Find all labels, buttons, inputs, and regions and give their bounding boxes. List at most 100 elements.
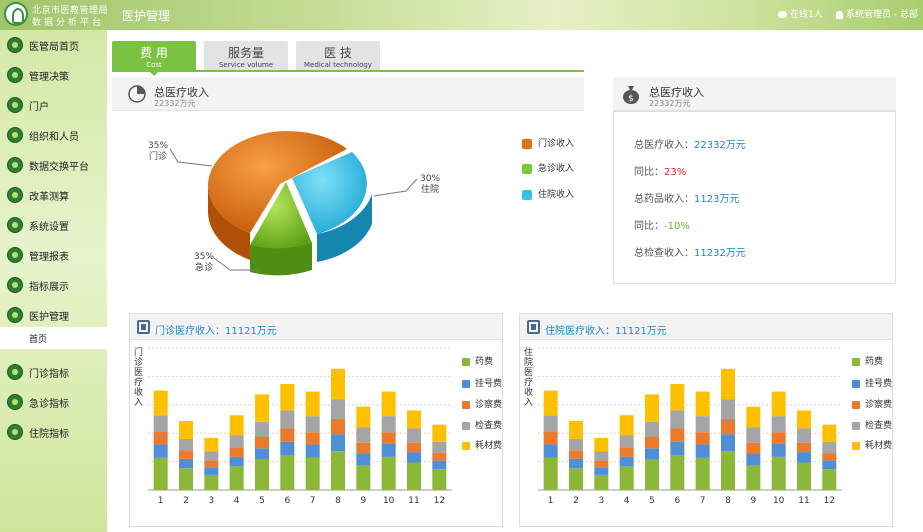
bar-segment[interactable] [619, 456, 634, 467]
sidebar-item-reports[interactable]: 管理报表 [0, 240, 107, 270]
bar-segment[interactable] [797, 452, 811, 463]
bar-segment[interactable] [822, 460, 837, 470]
bar-segment[interactable] [204, 467, 219, 475]
bar-segment[interactable] [280, 428, 295, 442]
bar-segment[interactable] [305, 391, 320, 417]
bar-segment[interactable] [721, 368, 735, 400]
bar-segment[interactable] [331, 419, 345, 435]
bar-legend-registration[interactable]: 挂号费 [462, 376, 502, 389]
bar-segment[interactable] [229, 415, 244, 436]
bar-segment[interactable] [543, 444, 558, 458]
bar-segment[interactable] [305, 444, 320, 458]
bar-segment[interactable] [543, 457, 558, 490]
bar-segment[interactable] [746, 406, 761, 428]
bar-segment[interactable] [153, 390, 168, 416]
bar-segment[interactable] [797, 462, 811, 490]
pie-legend-outpatient[interactable]: 门诊收入 [522, 136, 574, 149]
bar-segment[interactable] [179, 438, 193, 451]
bar-segment[interactable] [356, 427, 371, 443]
bar-segment[interactable] [153, 457, 168, 490]
sidebar-item-org[interactable]: 组织和人员 [0, 120, 107, 150]
bar-segment[interactable] [645, 448, 659, 460]
bar-segment[interactable] [771, 432, 786, 444]
bar-segment[interactable] [381, 456, 396, 490]
bar-segment[interactable] [746, 454, 761, 466]
sidebar-item-outpatient[interactable]: 门诊指标 [0, 357, 107, 387]
bar-segment[interactable] [771, 443, 786, 457]
bar-segment[interactable] [305, 432, 320, 445]
bar-segment[interactable] [822, 424, 837, 442]
bar-segment[interactable] [721, 399, 735, 419]
bar-segment[interactable] [381, 416, 396, 433]
bar-segment[interactable] [695, 391, 710, 417]
bar-segment[interactable] [280, 454, 295, 490]
bar-legend-consumables[interactable]: 耗材费 [852, 438, 892, 451]
bar-segment[interactable] [229, 447, 244, 457]
bar-segment[interactable] [229, 456, 244, 467]
bar-segment[interactable] [594, 467, 609, 475]
tab-cost[interactable]: 费 用 Cost [112, 41, 196, 76]
bar-legend-drug[interactable]: 药费 [852, 354, 883, 367]
bar-segment[interactable] [619, 415, 634, 436]
bar-segment[interactable] [331, 368, 345, 400]
bar-segment[interactable] [204, 460, 219, 468]
bar-segment[interactable] [331, 434, 345, 452]
bar-legend-exam[interactable]: 检查费 [852, 418, 892, 431]
bar-segment[interactable] [280, 441, 295, 455]
tab-medical-technology[interactable]: 医 技 Medical technology [296, 41, 380, 71]
bar-segment[interactable] [797, 428, 811, 443]
bar-segment[interactable] [305, 416, 320, 433]
bar-segment[interactable] [543, 431, 558, 445]
bar-legend-consultation[interactable]: 诊察费 [852, 397, 892, 410]
bar-segment[interactable] [153, 415, 168, 432]
sidebar-item-nursing[interactable]: 医护管理 [0, 300, 107, 330]
bar-segment[interactable] [645, 459, 659, 490]
bar-segment[interactable] [771, 416, 786, 433]
bar-segment[interactable] [179, 458, 193, 469]
bar-segment[interactable] [695, 457, 710, 490]
pie-legend-emergency[interactable]: 急诊收入 [522, 161, 574, 174]
bar-segment[interactable] [619, 447, 634, 457]
sidebar-item-reform[interactable]: 改革测算 [0, 180, 107, 210]
sidebar-item-portal[interactable]: 门户 [0, 90, 107, 120]
bar-segment[interactable] [746, 442, 761, 455]
bar-segment[interactable] [746, 427, 761, 443]
bar-segment[interactable] [356, 465, 371, 490]
bar-segment[interactable] [746, 465, 761, 490]
bar-legend-registration[interactable]: 挂号费 [852, 376, 892, 389]
bar-segment[interactable] [797, 442, 811, 453]
bar-segment[interactable] [356, 442, 371, 455]
bar-legend-consumables[interactable]: 耗材费 [462, 438, 502, 451]
bar-segment[interactable] [381, 443, 396, 457]
bar-segment[interactable] [255, 459, 269, 490]
bar-segment[interactable] [645, 421, 659, 437]
bar-segment[interactable] [280, 383, 295, 411]
bar-segment[interactable] [721, 434, 735, 452]
bar-segment[interactable] [204, 451, 219, 461]
bar-segment[interactable] [255, 436, 269, 449]
bar-segment[interactable] [255, 421, 269, 437]
bar-segment[interactable] [356, 406, 371, 428]
bar-segment[interactable] [432, 460, 447, 470]
bar-segment[interactable] [407, 410, 421, 429]
pie-legend-inpatient[interactable]: 住院收入 [522, 187, 574, 200]
sidebar-item-settings[interactable]: 系统设置 [0, 210, 107, 240]
bar-segment[interactable] [594, 460, 609, 468]
bar-segment[interactable] [670, 454, 685, 490]
bar-segment[interactable] [645, 394, 659, 422]
bar-segment[interactable] [619, 466, 634, 490]
sidebar-item-indicators[interactable]: 指标展示 [0, 270, 107, 300]
bar-segment[interactable] [432, 453, 447, 461]
bar-segment[interactable] [407, 428, 421, 443]
bar-segment[interactable] [569, 438, 583, 451]
bar-segment[interactable] [255, 448, 269, 460]
online-count[interactable]: 在线1人 [778, 7, 823, 20]
bar-legend-drug[interactable]: 药费 [462, 354, 493, 367]
bar-segment[interactable] [543, 415, 558, 432]
bar-segment[interactable] [179, 420, 193, 439]
bar-legend-exam[interactable]: 检查费 [462, 418, 502, 431]
bar-segment[interactable] [797, 410, 811, 429]
bar-segment[interactable] [255, 394, 269, 422]
bar-segment[interactable] [204, 437, 219, 452]
bar-legend-consultation[interactable]: 诊察费 [462, 397, 502, 410]
